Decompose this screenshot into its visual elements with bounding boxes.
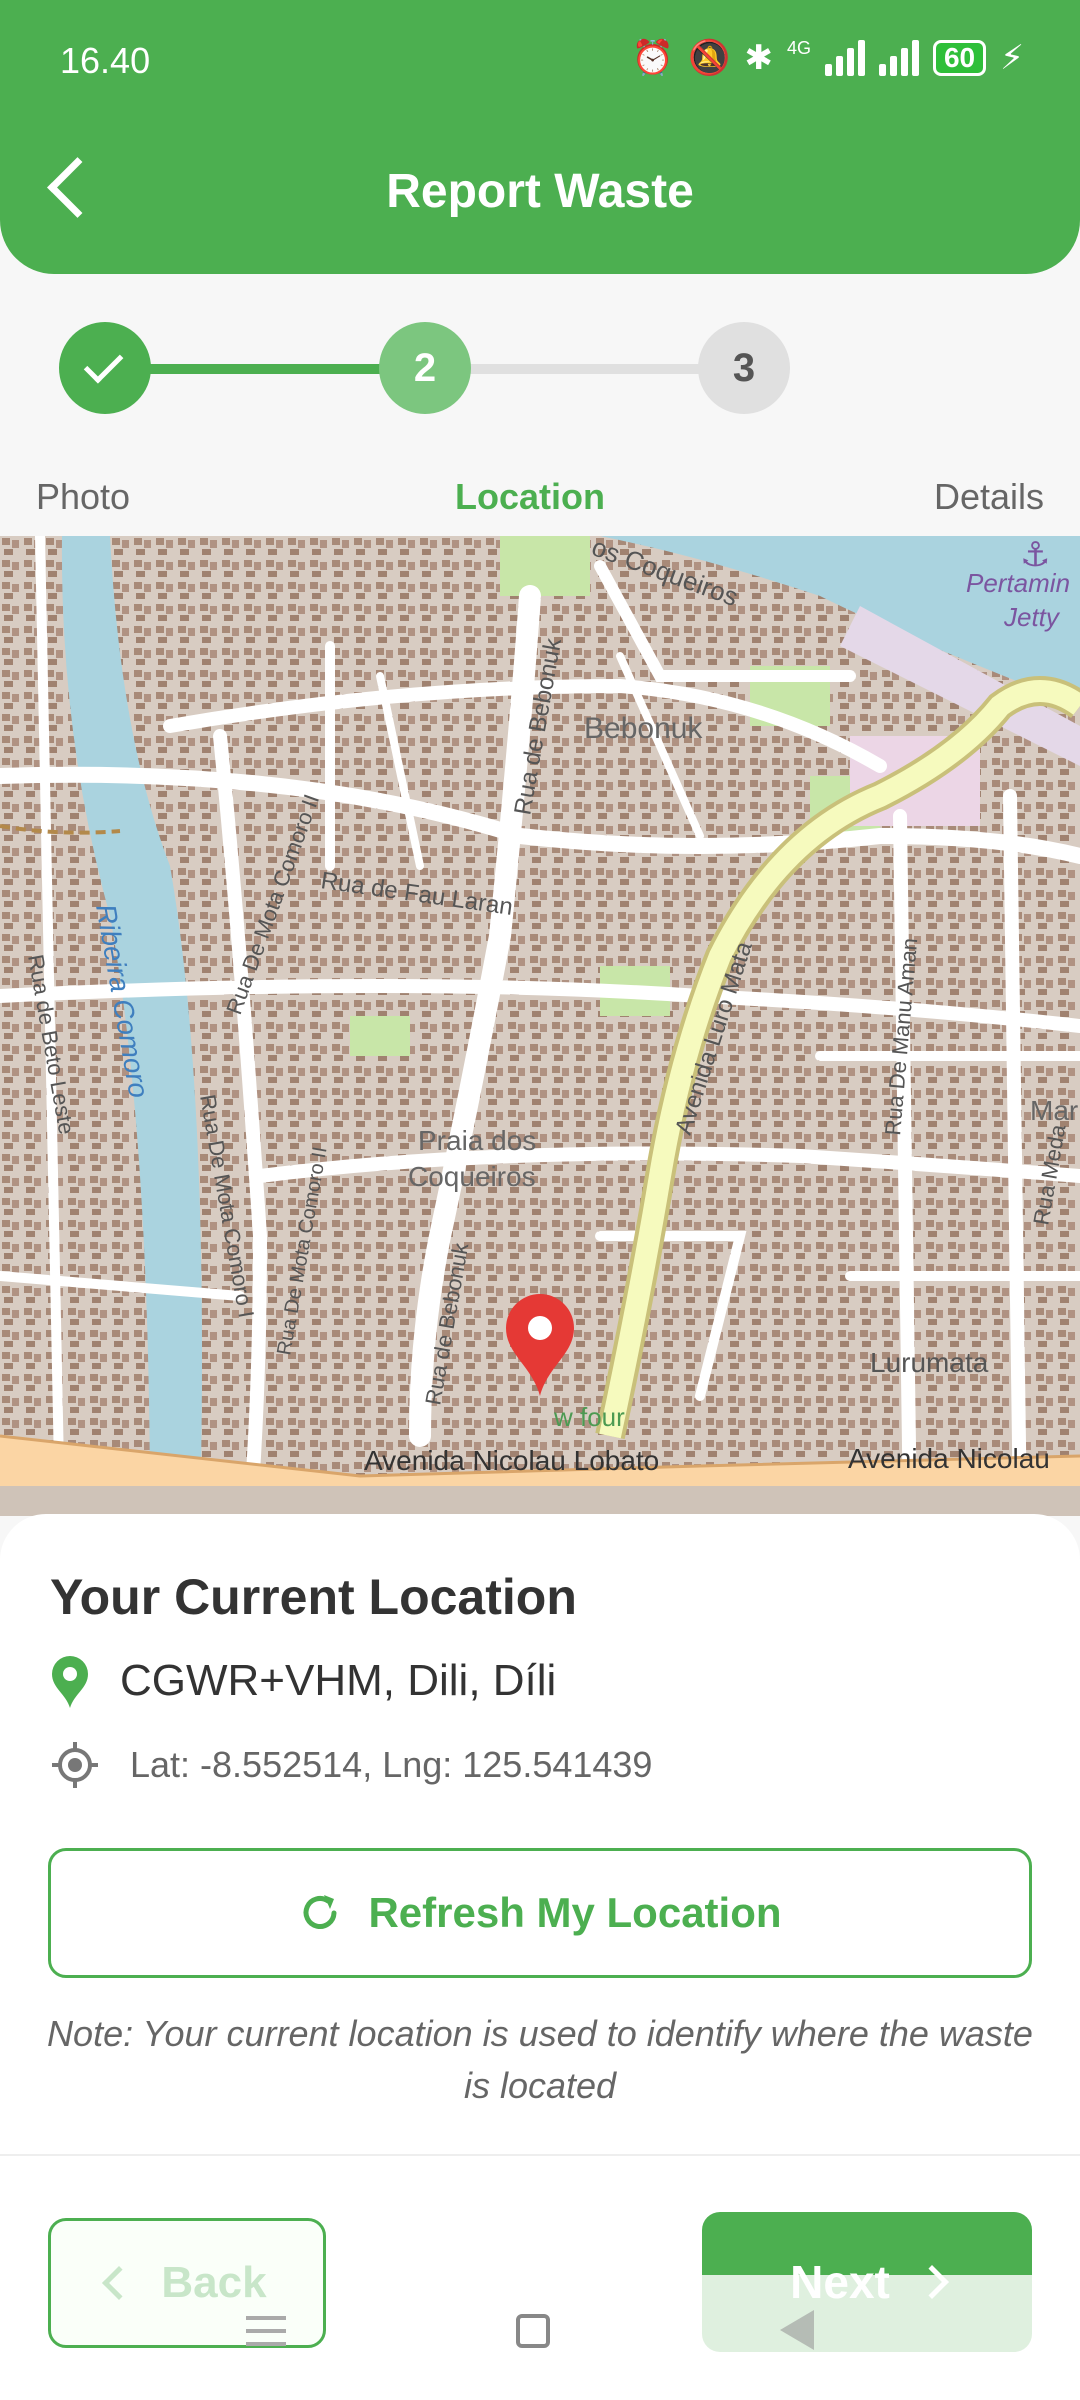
chevron-right-icon — [914, 2265, 949, 2299]
coordinates-text: Lat: -8.552514, Lng: 125.541439 — [130, 1744, 653, 1785]
refresh-icon — [303, 1895, 337, 1929]
step-label-location: Location — [455, 476, 605, 517]
map-label-w-four: w four — [553, 1402, 625, 1432]
map-label-praia-1: Praia dos — [418, 1125, 536, 1156]
status-time: 16.40 — [60, 40, 151, 81]
app-header: 16.40 ⏰ 🔕 ✱ 4G 60 ⚡ Report Waste — [0, 0, 1080, 274]
location-map[interactable]: os Coqueiros Pertamin Jetty Bebonuk Rua … — [0, 536, 1080, 1516]
next-button-label: Next — [790, 2256, 890, 2308]
map-canvas: os Coqueiros Pertamin Jetty Bebonuk Rua … — [0, 536, 1080, 1516]
system-home-icon[interactable] — [516, 2314, 550, 2348]
anchor-icon: ⚓ — [1020, 536, 1050, 574]
map-label-nicolau: Avenida Nicolau — [848, 1443, 1050, 1474]
system-menu-icon[interactable] — [246, 2316, 286, 2346]
alarm-icon: ⏰ — [631, 39, 675, 77]
map-pin-icon — [52, 1656, 88, 1708]
status-icons: ⏰ 🔕 ✱ 4G 60 ⚡ — [632, 38, 1024, 78]
bottom-action-bar: Back Next — [0, 2154, 1080, 2400]
map-label-bebonuk: Bebonuk — [584, 712, 703, 745]
refresh-location-label: Refresh My Location — [368, 1889, 782, 1936]
location-card: Your Current Location CGWR+VHM, Dili, Dí… — [0, 1514, 1080, 2154]
bell-off-icon: 🔕 — [688, 39, 731, 77]
back-button-label: Back — [161, 2258, 267, 2307]
signal-icon-2 — [878, 40, 919, 76]
map-label-marko: Marko — [1030, 1095, 1080, 1126]
map-label-lurumata: Lurumata — [870, 1347, 989, 1378]
system-back-icon[interactable] — [780, 2310, 814, 2350]
location-card-title: Your Current Location — [50, 1569, 577, 1625]
bluetooth-icon: ✱ — [744, 39, 773, 77]
charging-icon: ⚡ — [1000, 39, 1024, 77]
signal-icon — [824, 40, 865, 76]
coordinates-row: Lat: -8.552514, Lng: 125.541439 — [50, 1740, 652, 1790]
battery-indicator: 60 — [932, 40, 987, 76]
map-label-nicolau-lobato: Avenida Nicolau Lobato — [364, 1445, 659, 1476]
page-title: Report Waste — [386, 165, 694, 218]
network-label: 4G — [786, 38, 811, 58]
step-connector-done — [140, 364, 400, 374]
next-button[interactable]: Next — [702, 2212, 1032, 2352]
step-1-circle — [59, 322, 151, 414]
progress-stepper: 2 3 Photo Location Details — [0, 274, 1080, 534]
map-label-jetty: Jetty — [1003, 602, 1061, 632]
check-icon — [83, 343, 124, 384]
address-row: CGWR+VHM, Dili, Díli — [50, 1654, 556, 1708]
location-note: Note: Your current location is used to i… — [47, 2013, 1033, 2106]
map-label-pertamina: Pertamin — [966, 568, 1070, 598]
refresh-location-button[interactable]: Refresh My Location — [48, 1848, 1032, 1978]
step-3-circle: 3 — [698, 322, 790, 414]
crosshair-icon — [52, 1742, 98, 1788]
chevron-left-icon — [102, 2266, 137, 2300]
address-text: CGWR+VHM, Dili, Díli — [120, 1656, 557, 1705]
step-2-circle: 2 — [379, 322, 471, 414]
map-label-praia-2: Coqueiros — [408, 1161, 536, 1192]
step-label-details: Details — [933, 476, 1044, 517]
